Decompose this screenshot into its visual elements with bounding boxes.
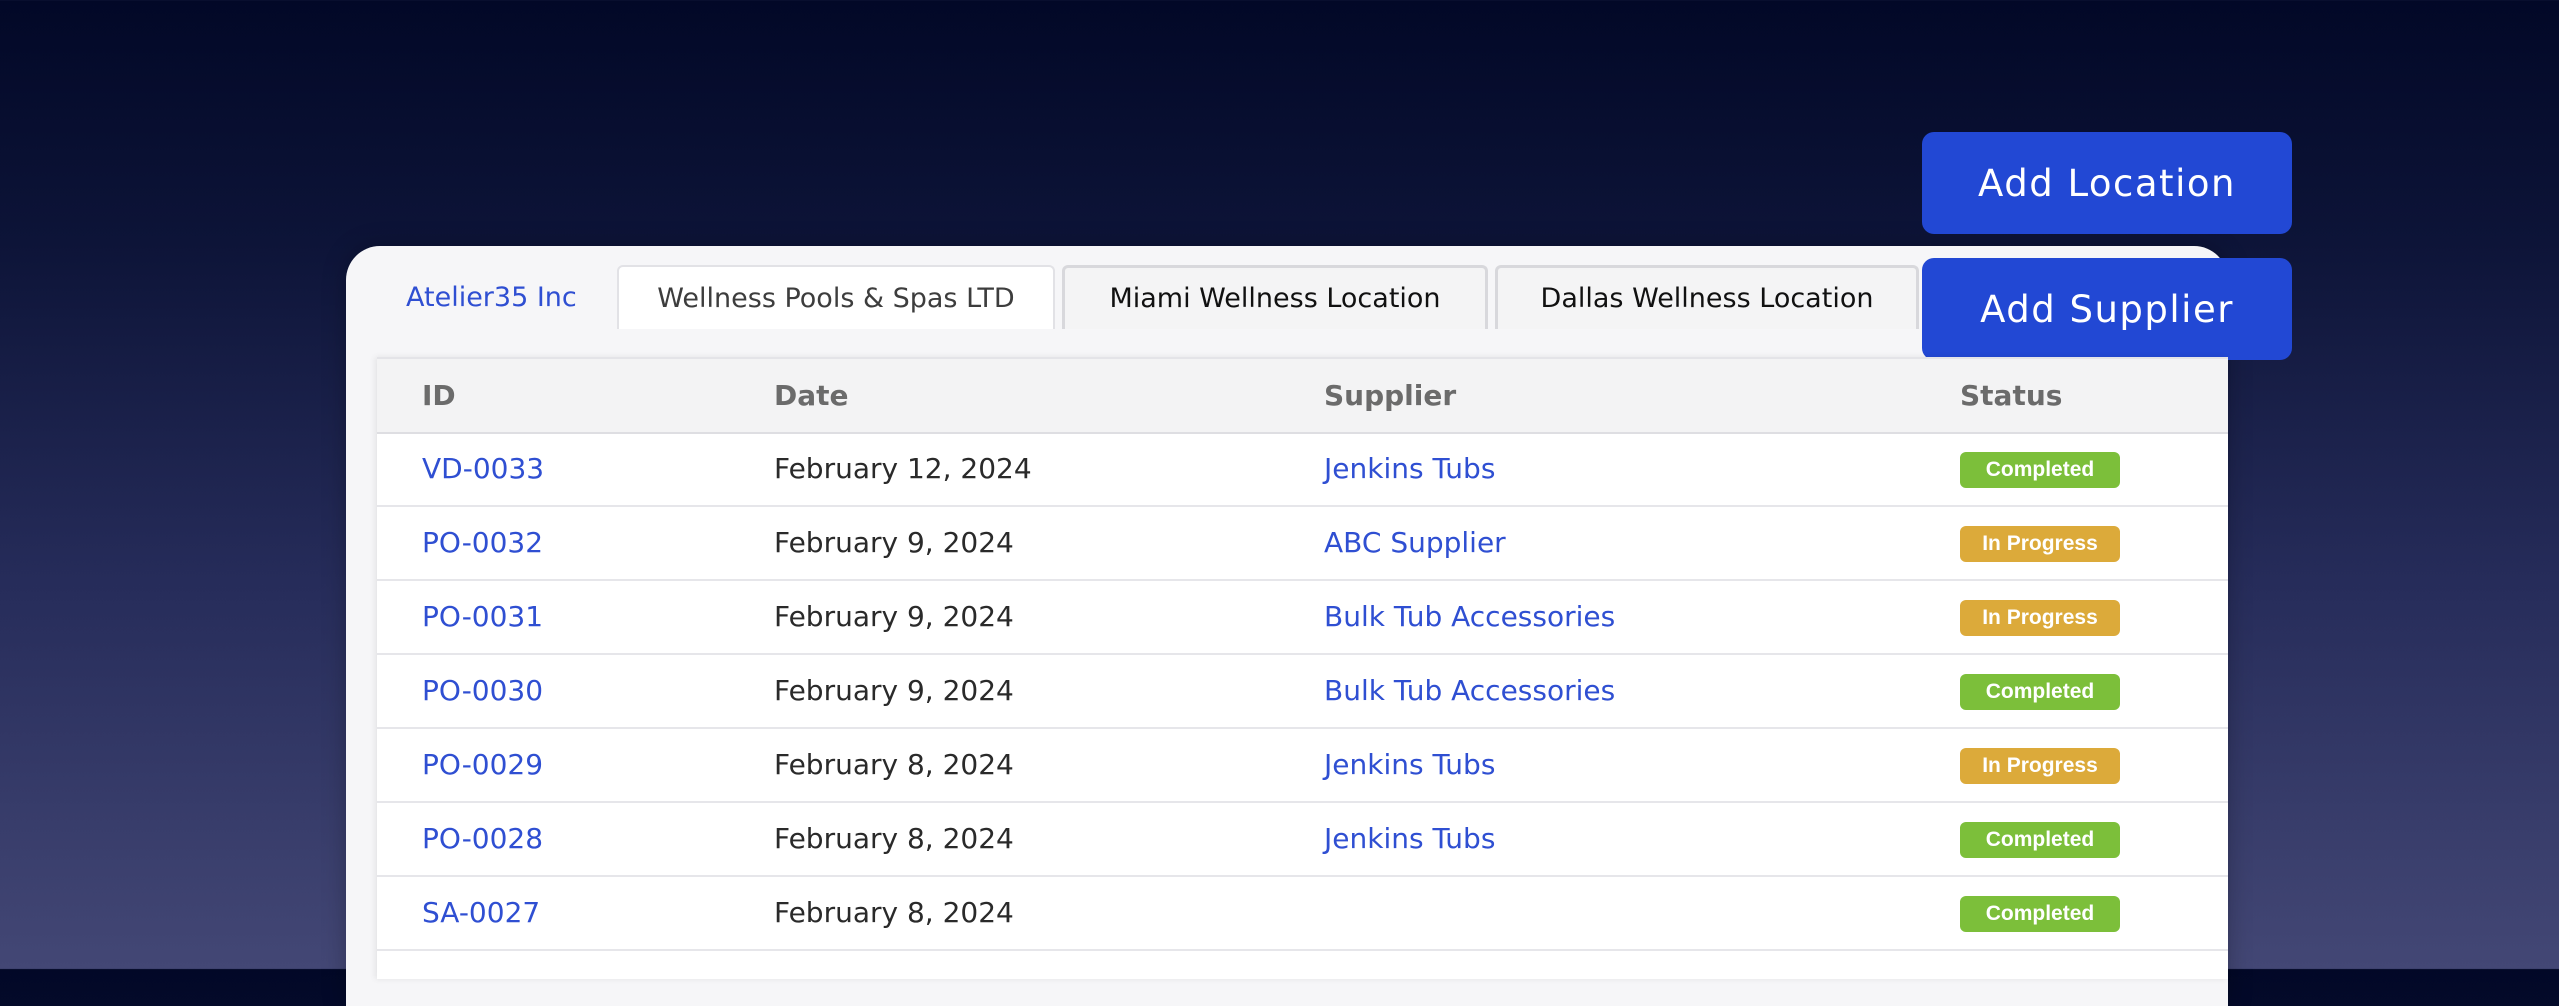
column-header-date[interactable]: Date [774, 359, 849, 432]
row-supplier-link[interactable]: Jenkins Tubs [1324, 433, 1495, 505]
row-date: February 8, 2024 [774, 896, 1014, 929]
row-date: February 9, 2024 [774, 600, 1014, 633]
row-supplier-link[interactable]: Jenkins Tubs [1324, 803, 1495, 875]
row-status: Completed [1960, 877, 2120, 949]
status-badge: Completed [1960, 822, 2120, 858]
row-status: In Progress [1960, 507, 2120, 579]
row-id-link[interactable]: VD-0033 [422, 433, 544, 505]
tab-miami-wellness-location[interactable]: Miami Wellness Location [1062, 265, 1488, 329]
table-row[interactable]: PO-0030 February 9, 2024 Bulk Tub Accessor… [377, 655, 2228, 729]
row-status: Completed [1960, 803, 2120, 875]
table-header: ID Date Supplier Status [377, 359, 2228, 434]
table-row[interactable]: PO-0032 February 9, 2024 ABC Supplier In Pr… [377, 507, 2228, 581]
row-id-link[interactable]: PO-0032 [422, 507, 543, 579]
row-id-link[interactable]: SA-0027 [422, 877, 540, 949]
row-status: Completed [1960, 655, 2120, 727]
table-row[interactable]: VD-0033 February 12, 2024 Jenkins Tubs Comp… [377, 433, 2228, 507]
status-badge: In Progress [1960, 600, 2120, 636]
row-id-link[interactable]: PO-0031 [422, 581, 543, 653]
row-date: February 9, 2024 [774, 526, 1014, 559]
tab-dallas-wellness-location[interactable]: Dallas Wellness Location [1495, 265, 1919, 329]
row-status: In Progress [1960, 581, 2120, 653]
status-badge: In Progress [1960, 748, 2120, 784]
add-supplier-button[interactable]: Add Supplier [1922, 258, 2292, 360]
status-badge: In Progress [1960, 526, 2120, 562]
row-date: February 8, 2024 [774, 822, 1014, 855]
status-badge: Completed [1960, 452, 2120, 488]
table-row[interactable]: PO-0031 February 9, 2024 Bulk Tub Accessor… [377, 581, 2228, 655]
row-supplier-link[interactable]: Bulk Tub Accessories [1324, 581, 1615, 653]
row-date: February 9, 2024 [774, 674, 1014, 707]
column-header-id[interactable]: ID [422, 359, 456, 432]
row-status: In Progress [1960, 729, 2120, 801]
row-date: February 8, 2024 [774, 748, 1014, 781]
row-supplier-link[interactable]: Jenkins Tubs [1324, 729, 1495, 801]
table-row[interactable]: SA-0027 February 8, 2024 Completed [377, 877, 2228, 951]
status-badge: Completed [1960, 674, 2120, 710]
row-id-link[interactable]: PO-0030 [422, 655, 543, 727]
row-id-link[interactable]: PO-0029 [422, 729, 543, 801]
status-badge: Completed [1960, 896, 2120, 932]
row-date: February 12, 2024 [774, 452, 1032, 485]
add-location-button[interactable]: Add Location [1922, 132, 2292, 234]
row-supplier-link[interactable]: Bulk Tub Accessories [1324, 655, 1615, 727]
table-row[interactable]: PO-0029 February 8, 2024 Jenkins Tubs In Pr… [377, 729, 2228, 803]
orders-table: ID Date Supplier Status VD-0033 February … [377, 357, 2228, 979]
tab-wellness-pools-spas[interactable]: Wellness Pools & Spas LTD [617, 265, 1055, 329]
column-header-supplier[interactable]: Supplier [1324, 359, 1456, 432]
row-status: Completed [1960, 433, 2120, 505]
table-row[interactable]: PO-0028 February 8, 2024 Jenkins Tubs Compl… [377, 803, 2228, 877]
column-header-status[interactable]: Status [1960, 359, 2062, 432]
row-id-link[interactable]: PO-0028 [422, 803, 543, 875]
tab-atelier35[interactable]: Atelier35 Inc [378, 265, 612, 329]
row-supplier-link[interactable]: ABC Supplier [1324, 507, 1506, 579]
